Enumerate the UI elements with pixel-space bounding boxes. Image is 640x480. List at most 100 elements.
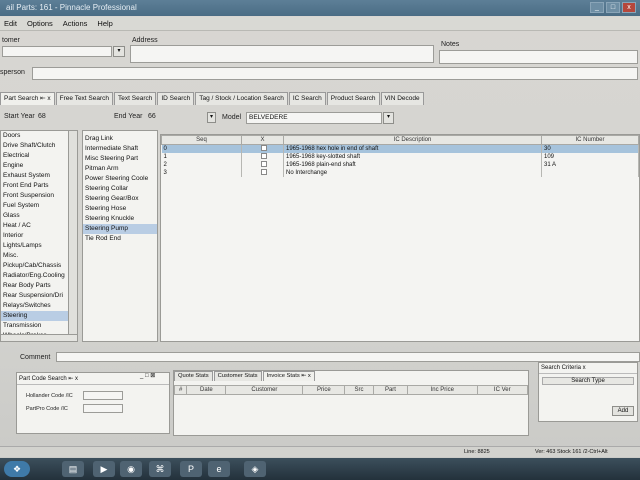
misc-app-icon[interactable]: ◈ (244, 461, 266, 477)
end-year-dropdown-icon[interactable]: ▾ (207, 112, 216, 123)
notes-field[interactable] (439, 50, 638, 64)
tab-vin-decode[interactable]: VIN Decode (380, 92, 424, 105)
ic-select-cell (241, 144, 284, 153)
ic-number-cell: 30 (541, 144, 639, 153)
category-item[interactable]: Front End Parts (1, 181, 77, 191)
stats-col-date[interactable]: Date (186, 385, 227, 395)
stats-col-customer[interactable]: Customer (225, 385, 304, 395)
category-item[interactable]: Pickup/Cab/Chassis (1, 261, 77, 271)
ic-row-checkbox[interactable] (260, 145, 267, 152)
ic-table-row[interactable]: 1 1965-1968 key-slotted shaft 109 (161, 153, 639, 161)
part-item[interactable]: Tie Rod End (83, 234, 157, 244)
window-title: ail Parts: 161 - Pinnacle Professional (6, 3, 137, 12)
minimize-button[interactable]: _ (590, 2, 604, 13)
part-item[interactable]: Pitman Arm (83, 164, 157, 174)
col-x[interactable]: X (241, 135, 284, 145)
pinnacle-app-icon[interactable]: P (180, 461, 202, 477)
part-item[interactable]: Steering Hose (83, 204, 157, 214)
ic-row-checkbox[interactable] (260, 161, 267, 168)
salesperson-field[interactable] (32, 67, 638, 80)
part-item[interactable]: Steering Knuckle (83, 214, 157, 224)
category-item[interactable]: Misc. (1, 251, 77, 261)
tab-part-search[interactable]: Part Search ⇤ x (0, 92, 55, 105)
tab-quote-stats[interactable]: Quote Stats (174, 371, 213, 381)
category-item[interactable]: Electrical (1, 151, 77, 161)
category-scrollbar[interactable] (68, 130, 78, 342)
tab-invoice-stats[interactable]: Invoice Stats ⇤ x (262, 371, 315, 381)
comment-field[interactable] (56, 352, 640, 362)
category-item[interactable]: Rear Body Parts (1, 281, 77, 291)
stats-col-part[interactable]: Part (372, 385, 409, 395)
part-item[interactable]: Power Steering Coole (83, 174, 157, 184)
tab-free-text-search[interactable]: Free Text Search (55, 92, 114, 105)
category-item[interactable]: Glass (1, 211, 77, 221)
menu-actions[interactable]: Actions (63, 17, 88, 30)
customer-input[interactable] (2, 46, 112, 57)
stats-col-inc-price[interactable]: Inc Price (407, 385, 478, 395)
category-item[interactable]: Doors (1, 131, 77, 141)
hollander-code-input[interactable] (83, 391, 123, 400)
tab-text-search[interactable]: Text Search (114, 92, 157, 105)
maximize-button[interactable]: □ (606, 2, 620, 13)
col-ic-number[interactable]: IC Number (541, 135, 639, 145)
ic-table-row[interactable]: 3 No Interchange (161, 169, 639, 177)
app-window: ail Parts: 161 - Pinnacle Professional _… (0, 0, 640, 480)
address-label: Address (132, 37, 158, 44)
ic-row-checkbox[interactable] (260, 169, 267, 176)
ic-table-row[interactable]: 2 1965-1968 plain-end shaft 31 A (161, 161, 639, 169)
part-item[interactable]: Misc Steering Part (83, 154, 157, 164)
menu-edit[interactable]: Edit (4, 17, 17, 30)
category-item[interactable]: Radiator/Eng.Cooling (1, 271, 77, 281)
internet-explorer-icon[interactable]: e (208, 461, 230, 477)
model-select[interactable]: BELVEDERE (246, 112, 382, 124)
customer-lookup-icon[interactable]: ▾ (113, 46, 125, 57)
menu-options[interactable]: Options (27, 17, 53, 30)
end-year-value[interactable]: 66 (148, 113, 156, 120)
part-item[interactable]: Steering Collar (83, 184, 157, 194)
start-button-icon[interactable]: ❖ (4, 461, 30, 477)
file-explorer-icon[interactable]: ▤ (62, 461, 84, 477)
category-item[interactable]: Exhaust System (1, 171, 77, 181)
category-hscrollbar[interactable] (0, 334, 78, 342)
category-item[interactable]: Heat / AC (1, 221, 77, 231)
col-ic-description[interactable]: IC Description (283, 135, 542, 145)
model-dropdown-icon[interactable]: ▾ (383, 112, 394, 124)
part-item[interactable]: Drag Link (83, 134, 157, 144)
tab-tag-stock-location-search[interactable]: Tag / Stock / Location Search (195, 92, 288, 105)
category-item[interactable]: Steering (1, 311, 77, 321)
add-criteria-button[interactable]: Add (612, 406, 634, 416)
category-item[interactable]: Transmission (1, 321, 77, 331)
start-year-value[interactable]: 68 (38, 113, 46, 120)
stats-col-ic-ver[interactable]: IC Ver (476, 385, 528, 395)
media-player-icon[interactable]: ▶ (93, 461, 115, 477)
stats-col-number[interactable]: # (173, 385, 188, 395)
category-item[interactable]: Interior (1, 231, 77, 241)
part-item[interactable]: Steering Pump (83, 224, 157, 234)
panel-window-controls[interactable]: _ □ ⊠ (140, 372, 170, 382)
col-seq[interactable]: Seq (161, 135, 242, 145)
part-item[interactable]: Steering Gear/Box (83, 194, 157, 204)
address-field[interactable] (130, 45, 434, 63)
partpro-code-input[interactable] (83, 404, 123, 413)
tab-customer-stats[interactable]: Customer Stats (213, 371, 262, 381)
search-type-column[interactable]: Search Type (542, 377, 634, 385)
menu-help[interactable]: Help (97, 17, 112, 30)
ic-row-checkbox[interactable] (260, 153, 267, 160)
stats-col-price[interactable]: Price (302, 385, 346, 395)
category-item[interactable]: Front Suspension (1, 191, 77, 201)
network-app-icon[interactable]: ⌘ (149, 461, 171, 477)
category-item[interactable]: Rear Suspension/Dri (1, 291, 77, 301)
ic-table-row[interactable]: 0 1965-1968 hex hole in end of shaft 30 (161, 144, 639, 153)
tab-ic-search[interactable]: IC Search (288, 92, 326, 105)
category-item[interactable]: Fuel System (1, 201, 77, 211)
part-item[interactable]: Intermediate Shaft (83, 144, 157, 154)
category-item[interactable]: Lights/Lamps (1, 241, 77, 251)
category-item[interactable]: Relays/Switches (1, 301, 77, 311)
tab-product-search[interactable]: Product Search (326, 92, 380, 105)
chrome-icon[interactable]: ◉ (120, 461, 142, 477)
stats-col-src[interactable]: Src (344, 385, 374, 395)
category-item[interactable]: Engine (1, 161, 77, 171)
close-button[interactable]: x (622, 2, 636, 13)
category-item[interactable]: Drive Shaft/Clutch (1, 141, 77, 151)
tab-id-search[interactable]: ID Search (157, 92, 195, 105)
